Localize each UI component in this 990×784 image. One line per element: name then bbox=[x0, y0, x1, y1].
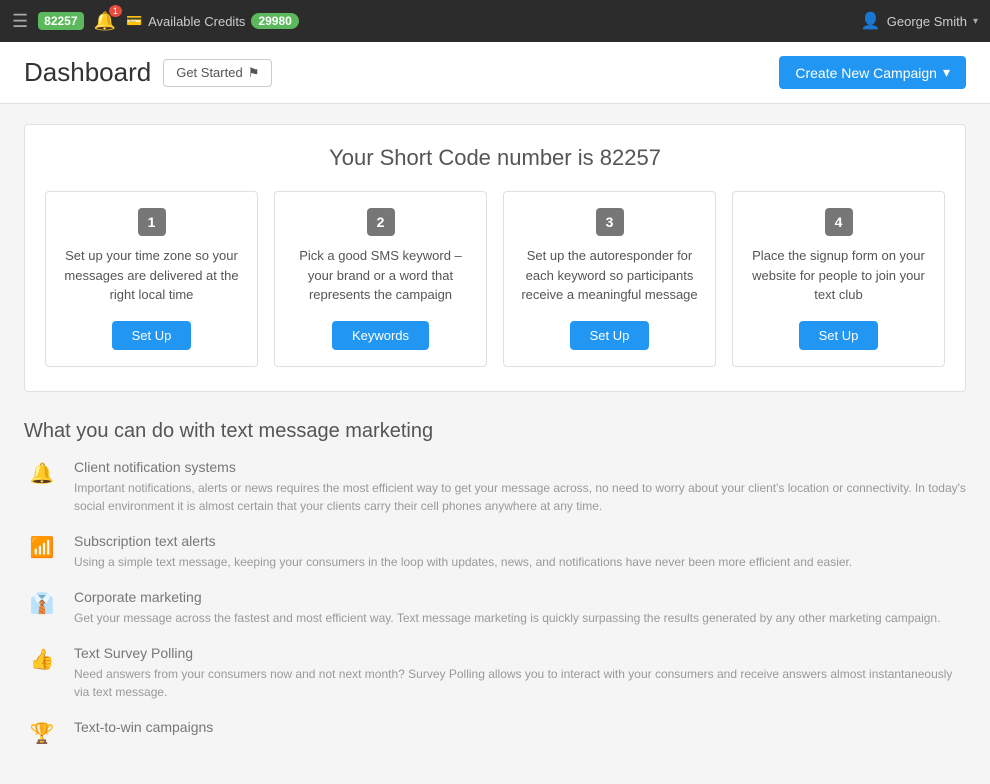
main-content: Your Short Code number is 82257 1 Set up… bbox=[0, 104, 990, 784]
page-header: Dashboard Get Started ⚑ Create New Campa… bbox=[0, 42, 990, 104]
feature-description-2: Using a simple text message, keeping you… bbox=[74, 553, 852, 571]
step-card-1: 1 Set up your time zone so your messages… bbox=[45, 191, 258, 367]
steps-grid: 1 Set up your time zone so your messages… bbox=[45, 191, 945, 367]
feature-name-1: Client notification systems bbox=[74, 459, 966, 475]
feature-description-1: Important notifications, alerts or news … bbox=[74, 479, 966, 515]
credits-icon: 💳 bbox=[126, 13, 142, 29]
user-name: George Smith bbox=[887, 14, 967, 29]
credits-label: Available Credits bbox=[148, 14, 245, 29]
feature-item-1: 🔔 Client notification systems Important … bbox=[24, 459, 966, 515]
flag-icon: ⚑ bbox=[248, 65, 260, 81]
app-code-badge: 82257 bbox=[38, 12, 83, 30]
step-number-1: 1 bbox=[138, 208, 166, 236]
feature-icon-3: 👔 bbox=[24, 589, 60, 616]
step-card-4: 4 Place the signup form on your website … bbox=[732, 191, 945, 367]
step-button-1[interactable]: Set Up bbox=[112, 321, 192, 350]
hamburger-menu-icon[interactable]: ☰ bbox=[12, 11, 28, 32]
page-title: Dashboard bbox=[24, 57, 151, 88]
feature-item-2: 📶 Subscription text alerts Using a simpl… bbox=[24, 533, 966, 571]
step-card-2: 2 Pick a good SMS keyword – your brand o… bbox=[274, 191, 487, 367]
chevron-down-icon: ▾ bbox=[973, 16, 978, 27]
features-list: 🔔 Client notification systems Important … bbox=[24, 459, 966, 746]
feature-icon-1: 🔔 bbox=[24, 459, 60, 486]
step-description-3: Set up the autoresponder for each keywor… bbox=[520, 246, 699, 305]
feature-item-3: 👔 Corporate marketing Get your message a… bbox=[24, 589, 966, 627]
feature-name-2: Subscription text alerts bbox=[74, 533, 852, 549]
feature-item-4: 👍 Text Survey Polling Need answers from … bbox=[24, 645, 966, 701]
step-description-1: Set up your time zone so your messages a… bbox=[62, 246, 241, 305]
get-started-label: Get Started bbox=[176, 65, 242, 80]
step-number-3: 3 bbox=[596, 208, 624, 236]
step-number-4: 4 bbox=[825, 208, 853, 236]
feature-name-3: Corporate marketing bbox=[74, 589, 940, 605]
features-title: What you can do with text message market… bbox=[24, 420, 966, 443]
step-button-3[interactable]: Set Up bbox=[570, 321, 650, 350]
feature-name-4: Text Survey Polling bbox=[74, 645, 966, 661]
user-icon: 👤 bbox=[861, 11, 881, 31]
shortcode-title: Your Short Code number is 82257 bbox=[45, 145, 945, 171]
user-menu[interactable]: 👤 George Smith ▾ bbox=[861, 11, 978, 31]
create-campaign-label: Create New Campaign bbox=[795, 65, 937, 81]
feature-item-5: 🏆 Text-to-win campaigns bbox=[24, 719, 966, 746]
feature-description-4: Need answers from your consumers now and… bbox=[74, 665, 966, 701]
step-button-4[interactable]: Set Up bbox=[799, 321, 879, 350]
step-description-4: Place the signup form on your website fo… bbox=[749, 246, 928, 305]
notification-bell[interactable]: 🔔 1 bbox=[94, 11, 116, 32]
get-started-button[interactable]: Get Started ⚑ bbox=[163, 59, 272, 87]
dropdown-arrow-icon: ▾ bbox=[943, 64, 950, 81]
step-card-3: 3 Set up the autoresponder for each keyw… bbox=[503, 191, 716, 367]
top-navigation: ☰ 82257 🔔 1 💳 Available Credits 29980 👤 … bbox=[0, 0, 990, 42]
feature-icon-2: 📶 bbox=[24, 533, 60, 560]
notification-count: 1 bbox=[109, 5, 122, 17]
credits-display: 💳 Available Credits 29980 bbox=[126, 13, 299, 29]
step-number-2: 2 bbox=[367, 208, 395, 236]
shortcode-card: Your Short Code number is 82257 1 Set up… bbox=[24, 124, 966, 392]
feature-description-3: Get your message across the fastest and … bbox=[74, 609, 940, 627]
feature-icon-5: 🏆 bbox=[24, 719, 60, 746]
feature-icon-4: 👍 bbox=[24, 645, 60, 672]
step-button-2[interactable]: Keywords bbox=[332, 321, 429, 350]
step-description-2: Pick a good SMS keyword – your brand or … bbox=[291, 246, 470, 305]
feature-name-5: Text-to-win campaigns bbox=[74, 719, 213, 735]
create-campaign-button[interactable]: Create New Campaign ▾ bbox=[779, 56, 966, 89]
credits-value: 29980 bbox=[251, 13, 298, 29]
